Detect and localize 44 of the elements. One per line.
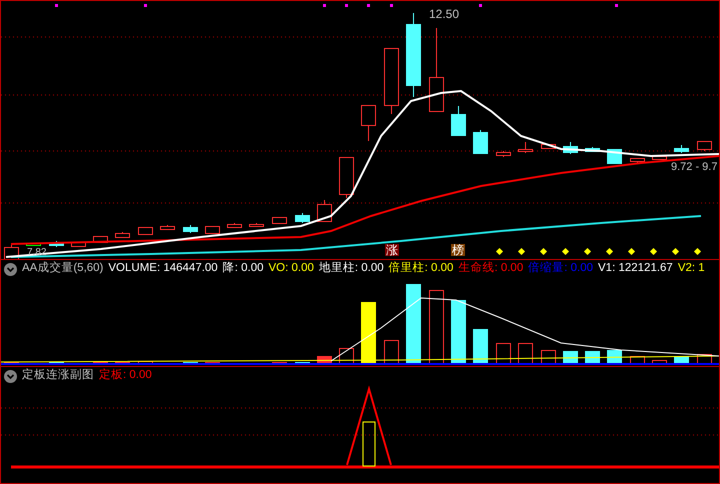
indicator-legend-text: VO: 0.00 bbox=[268, 263, 314, 275]
candlestick bbox=[295, 212, 310, 224]
indicator-legend-text: V1: 122121.67 bbox=[598, 263, 673, 275]
indicator-legend-text: 降: 0.00 bbox=[222, 263, 264, 275]
candlestick bbox=[674, 144, 689, 154]
candlestick bbox=[49, 240, 64, 248]
indicator-legend-text: 倍里柱: 0.00 bbox=[388, 263, 454, 275]
candlestick bbox=[205, 226, 220, 234]
candlestick bbox=[26, 242, 41, 246]
signal-marker: 榜 bbox=[451, 244, 465, 256]
candlestick bbox=[384, 48, 399, 114]
candlestick bbox=[473, 130, 488, 154]
indicator-legend-text: VOLUME: 146447.00 bbox=[108, 263, 218, 275]
candlestick bbox=[272, 216, 287, 224]
indicator-legend-text: 倍缩量: 0.00 bbox=[528, 263, 594, 275]
candlestick bbox=[541, 144, 556, 150]
indicator-legend-text: 定板连涨副图 bbox=[22, 370, 94, 382]
candlestick bbox=[652, 156, 667, 160]
indicator-legend-text: 地里柱: 0.00 bbox=[318, 263, 384, 275]
candlestick bbox=[518, 142, 533, 154]
candlestick bbox=[138, 226, 153, 235]
indicator-legend-text: 定板: 0.00 bbox=[99, 370, 152, 382]
candlestick bbox=[71, 242, 86, 247]
indicator-legend-text: AA成交量(5,60) bbox=[22, 263, 104, 275]
candlestick bbox=[585, 146, 600, 152]
candlestick bbox=[160, 224, 175, 230]
candlestick bbox=[339, 156, 354, 198]
price-label: 9.72 - 9.7 bbox=[671, 161, 718, 173]
candlestick bbox=[183, 224, 198, 234]
indicator-legend-text: V2: 1 bbox=[678, 263, 705, 275]
candlestick bbox=[249, 222, 264, 228]
candlestick bbox=[563, 142, 578, 154]
candlestick bbox=[697, 140, 712, 152]
indicator-legend-text: 生命线: 0.00 bbox=[458, 263, 524, 275]
signal-marker: 涨 bbox=[385, 244, 399, 256]
candlestick bbox=[227, 222, 242, 228]
price-label: 12.50 bbox=[429, 7, 460, 21]
candlestick bbox=[451, 106, 466, 136]
candlestick bbox=[115, 232, 130, 238]
candlestick bbox=[361, 104, 376, 142]
collapse-chevron-icon[interactable] bbox=[4, 370, 17, 382]
candlestick bbox=[496, 150, 511, 158]
collapse-chevron-icon[interactable] bbox=[4, 262, 17, 276]
candlestick bbox=[630, 158, 645, 164]
